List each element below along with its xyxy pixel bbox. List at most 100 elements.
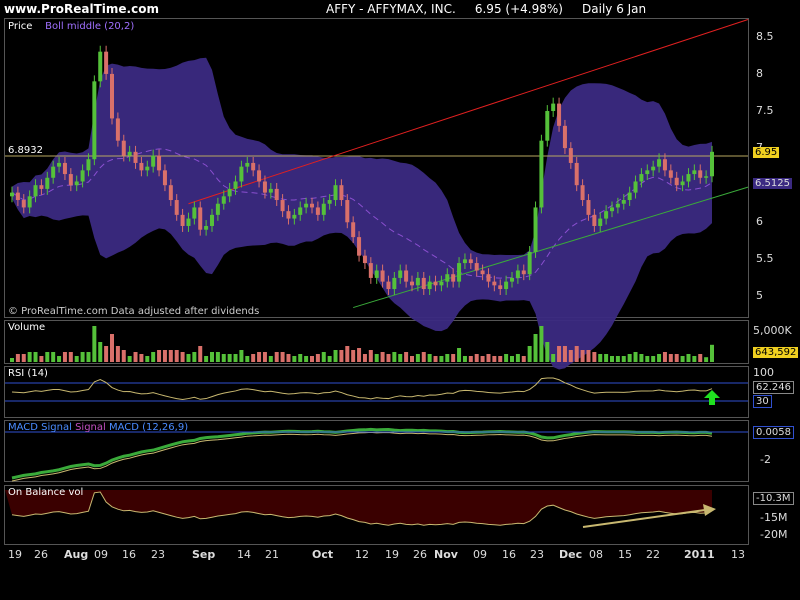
candle-body <box>580 185 585 201</box>
volume-bar <box>139 354 144 362</box>
volume-bar <box>474 354 479 362</box>
candle-body <box>410 281 414 286</box>
candle-body <box>474 263 479 271</box>
candle-body <box>86 159 91 171</box>
volume-bar <box>404 352 409 362</box>
candle-body <box>521 270 526 275</box>
candle-body <box>680 181 685 186</box>
candle-body <box>198 207 203 230</box>
obv-tick-15m: -15M <box>760 511 788 524</box>
volume-bar <box>68 352 73 362</box>
candle-body <box>686 174 691 182</box>
volume-bar <box>33 352 38 362</box>
volume-bar <box>127 356 132 362</box>
rsi-last-box: 62.246 <box>753 381 794 394</box>
volume-bar <box>357 348 362 362</box>
x-tick-label: 14 <box>237 548 251 561</box>
volume-bar <box>168 350 173 362</box>
volume-bar <box>345 346 350 362</box>
volume-bar <box>151 352 156 362</box>
candle-body <box>121 140 126 156</box>
x-tick-label: Nov <box>434 548 458 561</box>
candle-body <box>127 151 132 156</box>
volume-bar <box>280 352 285 362</box>
candle-body <box>274 188 279 201</box>
volume-bar <box>674 354 679 362</box>
up-arrow-icon <box>704 390 720 405</box>
volume-bar <box>468 356 473 362</box>
candle-body <box>286 211 291 219</box>
volume-bar <box>121 350 126 362</box>
volume-bar <box>545 342 550 362</box>
volume-bar <box>410 356 414 362</box>
candle-body <box>45 177 50 189</box>
volume-bar <box>92 326 97 362</box>
volume-bar <box>51 352 56 362</box>
x-tick-label: Sep <box>192 548 216 561</box>
volume-bar <box>321 352 326 362</box>
volume-bar <box>310 356 314 362</box>
price-tick: 5.5 <box>756 252 774 266</box>
volume-bar <box>45 352 50 362</box>
x-tick-label: Dec <box>559 548 583 561</box>
candle-body <box>539 140 544 208</box>
candle-body <box>610 207 614 212</box>
volume-bar <box>510 356 514 362</box>
x-tick-label: 21 <box>265 548 279 561</box>
volume-bar <box>627 354 632 362</box>
volume-bar <box>462 356 467 362</box>
volume-bar <box>427 354 432 362</box>
volume-bar <box>445 354 450 362</box>
candle-body <box>57 162 62 167</box>
volume-tick: 5,000K <box>753 324 792 337</box>
candle-body <box>151 155 156 167</box>
volume-bar <box>380 352 385 362</box>
volume-bar <box>86 352 91 362</box>
candle-body <box>21 200 26 208</box>
candle-body <box>104 51 109 74</box>
volume-bar <box>174 350 179 362</box>
volume-bar <box>157 350 162 362</box>
candle-body <box>562 125 567 149</box>
volume-bar <box>262 352 267 362</box>
volume-bar <box>233 354 238 362</box>
volume-bar <box>198 346 203 362</box>
candle-body <box>333 185 338 201</box>
candle-body <box>133 151 138 163</box>
volume-bar <box>57 356 62 362</box>
candle-body <box>39 185 44 189</box>
candle-body <box>27 196 32 208</box>
volume-bar <box>98 342 103 362</box>
x-tick-label: 09 <box>473 548 487 561</box>
signal-line <box>11 431 713 482</box>
price-tick: 8.5 <box>756 29 774 43</box>
volume-bar <box>351 350 356 362</box>
volume-last-box: 643,592 <box>753 347 799 358</box>
volume-bar <box>392 352 397 362</box>
volume-bar <box>298 354 303 362</box>
price-tick: 8 <box>756 66 763 80</box>
volume-bar <box>710 344 714 362</box>
candle-body <box>145 166 150 171</box>
volume-bar <box>515 354 520 362</box>
candle-body <box>421 277 426 290</box>
volume-bar <box>580 350 585 362</box>
obv-area <box>5 490 712 526</box>
volume-bar <box>21 354 26 362</box>
volume-bar <box>439 356 444 362</box>
candle-body <box>557 103 562 126</box>
candle-body <box>527 251 532 275</box>
candle-body <box>427 281 432 290</box>
candle-body <box>339 185 344 201</box>
volume-bar <box>592 352 597 362</box>
volume-bar <box>504 354 509 362</box>
candle-body <box>351 222 356 238</box>
x-tick-label: 26 <box>413 548 427 561</box>
candle-body <box>186 218 191 226</box>
candle-body <box>221 196 226 204</box>
rsi-tick-100: 100 <box>753 366 774 379</box>
volume-bar <box>180 352 185 362</box>
macd-label: MACD Signal Signal MACD (12,26,9) <box>8 422 189 433</box>
volume-bar <box>374 354 379 362</box>
candle-body <box>327 200 332 204</box>
